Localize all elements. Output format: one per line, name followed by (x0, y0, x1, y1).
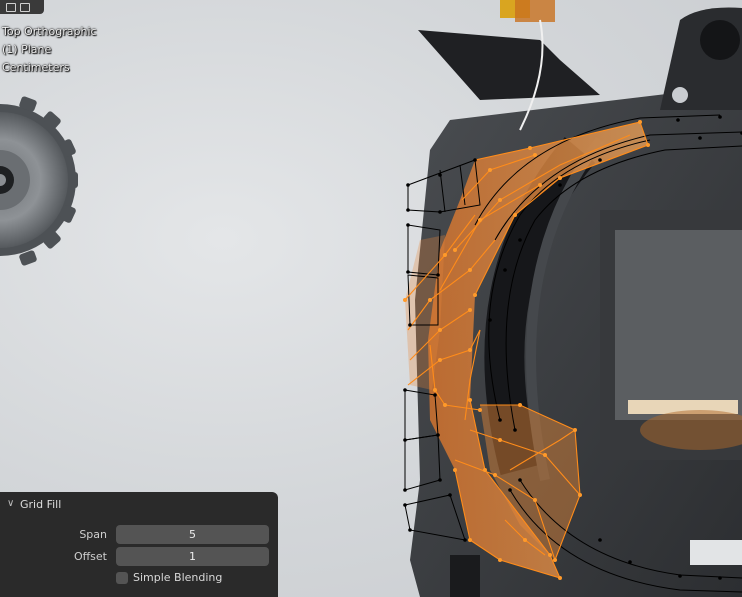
operator-redo-panel: ∨ Grid Fill Span 5 Offset 1 Simple Blend… (0, 492, 278, 597)
span-field[interactable]: 5 (116, 525, 269, 544)
menu-toggle-icon (20, 3, 30, 12)
span-label: Span (79, 528, 107, 541)
editor-type-icon (6, 3, 16, 12)
offset-label: Offset (73, 550, 107, 563)
chevron-down-icon[interactable]: ∨ (7, 498, 14, 509)
unit-scale-label: Centimeters (2, 61, 70, 74)
view-name-label: Top Orthographic (2, 25, 97, 38)
offset-field[interactable]: 1 (116, 547, 269, 566)
gear-dial-background (0, 96, 78, 266)
simple-blending-label[interactable]: Simple Blending (133, 571, 222, 584)
editor-type-menu-button[interactable] (0, 0, 44, 14)
3d-viewport[interactable]: Top Orthographic (1) Plane Centimeters ∨… (0, 0, 742, 597)
active-object-label: (1) Plane (2, 43, 52, 56)
panel-header[interactable]: ∨ Grid Fill (0, 492, 278, 518)
panel-title: Grid Fill (20, 498, 62, 511)
simple-blending-checkbox[interactable] (116, 572, 128, 584)
